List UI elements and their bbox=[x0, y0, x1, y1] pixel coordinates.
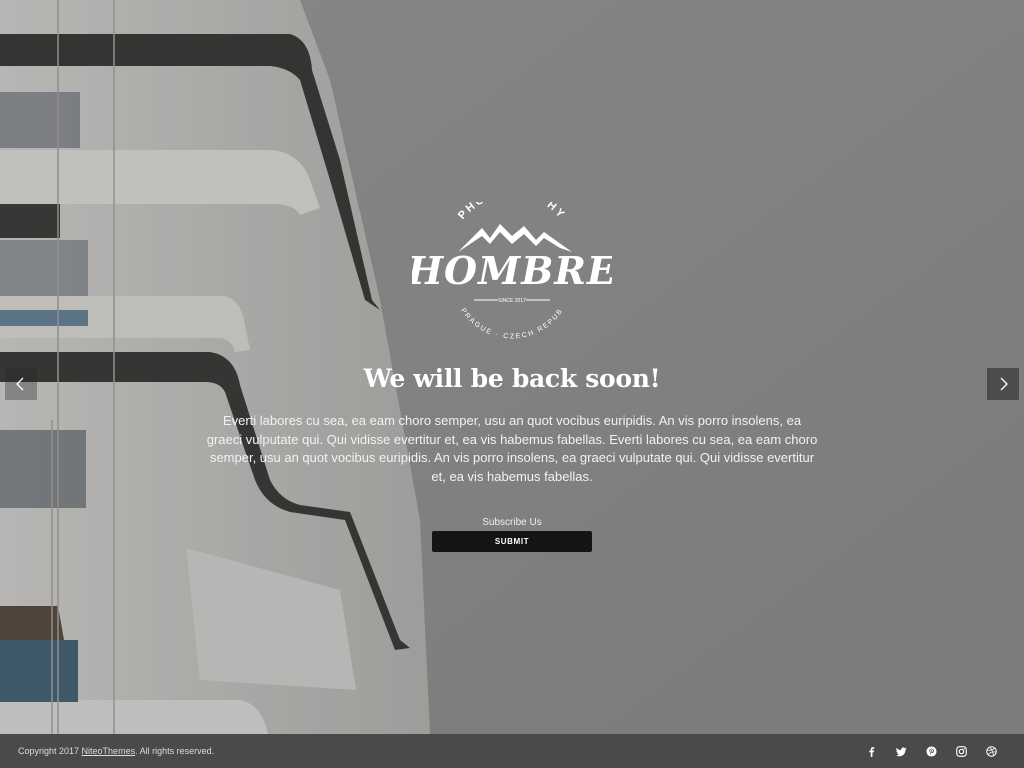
pinterest-link[interactable] bbox=[916, 741, 946, 761]
chevron-right-icon bbox=[1000, 377, 1008, 391]
main-content: PHOTOGRAPHY HOMBRE SINCE 2017 PRAGUE · C… bbox=[0, 0, 1024, 734]
niteothemes-link[interactable]: NiteoThemes bbox=[82, 746, 136, 756]
logo-since: SINCE 2017 bbox=[498, 298, 526, 304]
facebook-icon bbox=[868, 746, 874, 757]
facebook-link[interactable] bbox=[856, 741, 886, 761]
submit-button[interactable]: SUBMIT bbox=[432, 531, 592, 552]
brand-logo: PHOTOGRAPHY HOMBRE SINCE 2017 PRAGUE · C… bbox=[412, 202, 612, 341]
twitter-icon bbox=[895, 746, 907, 756]
logo-name: HOMBRE bbox=[412, 248, 612, 293]
copyright-suffix: . All rights reserved. bbox=[135, 746, 215, 756]
social-links bbox=[856, 741, 1006, 761]
pinterest-icon bbox=[925, 745, 937, 757]
dribbble-icon bbox=[985, 745, 997, 757]
svg-text:PRAGUE · CZECH REPUB: PRAGUE · CZECH REPUB bbox=[459, 307, 565, 340]
page-description: Everti labores cu sea, ea eam choro semp… bbox=[206, 413, 818, 484]
twitter-link[interactable] bbox=[886, 741, 916, 761]
copyright-prefix: Copyright 2017 bbox=[18, 746, 82, 756]
copyright-text: Copyright 2017 NiteoThemes. All rights r… bbox=[18, 746, 214, 756]
subscribe-label: Subscribe Us bbox=[482, 517, 542, 528]
logo-location: PRAGUE · CZECH REPUB bbox=[459, 307, 563, 340]
slider-prev-button[interactable] bbox=[5, 368, 37, 400]
slider-next-button[interactable] bbox=[987, 368, 1019, 400]
instagram-icon bbox=[955, 745, 967, 757]
page-title: We will be back soon! bbox=[363, 364, 661, 393]
footer: Copyright 2017 NiteoThemes. All rights r… bbox=[0, 734, 1024, 768]
svg-text:PHOTOGRAPHY: PHOTOGRAPHY bbox=[456, 202, 568, 222]
instagram-link[interactable] bbox=[946, 741, 976, 761]
logo-top-text: PHOTOGRAPHY bbox=[456, 202, 566, 222]
chevron-left-icon bbox=[16, 377, 24, 391]
dribbble-link[interactable] bbox=[976, 741, 1006, 761]
